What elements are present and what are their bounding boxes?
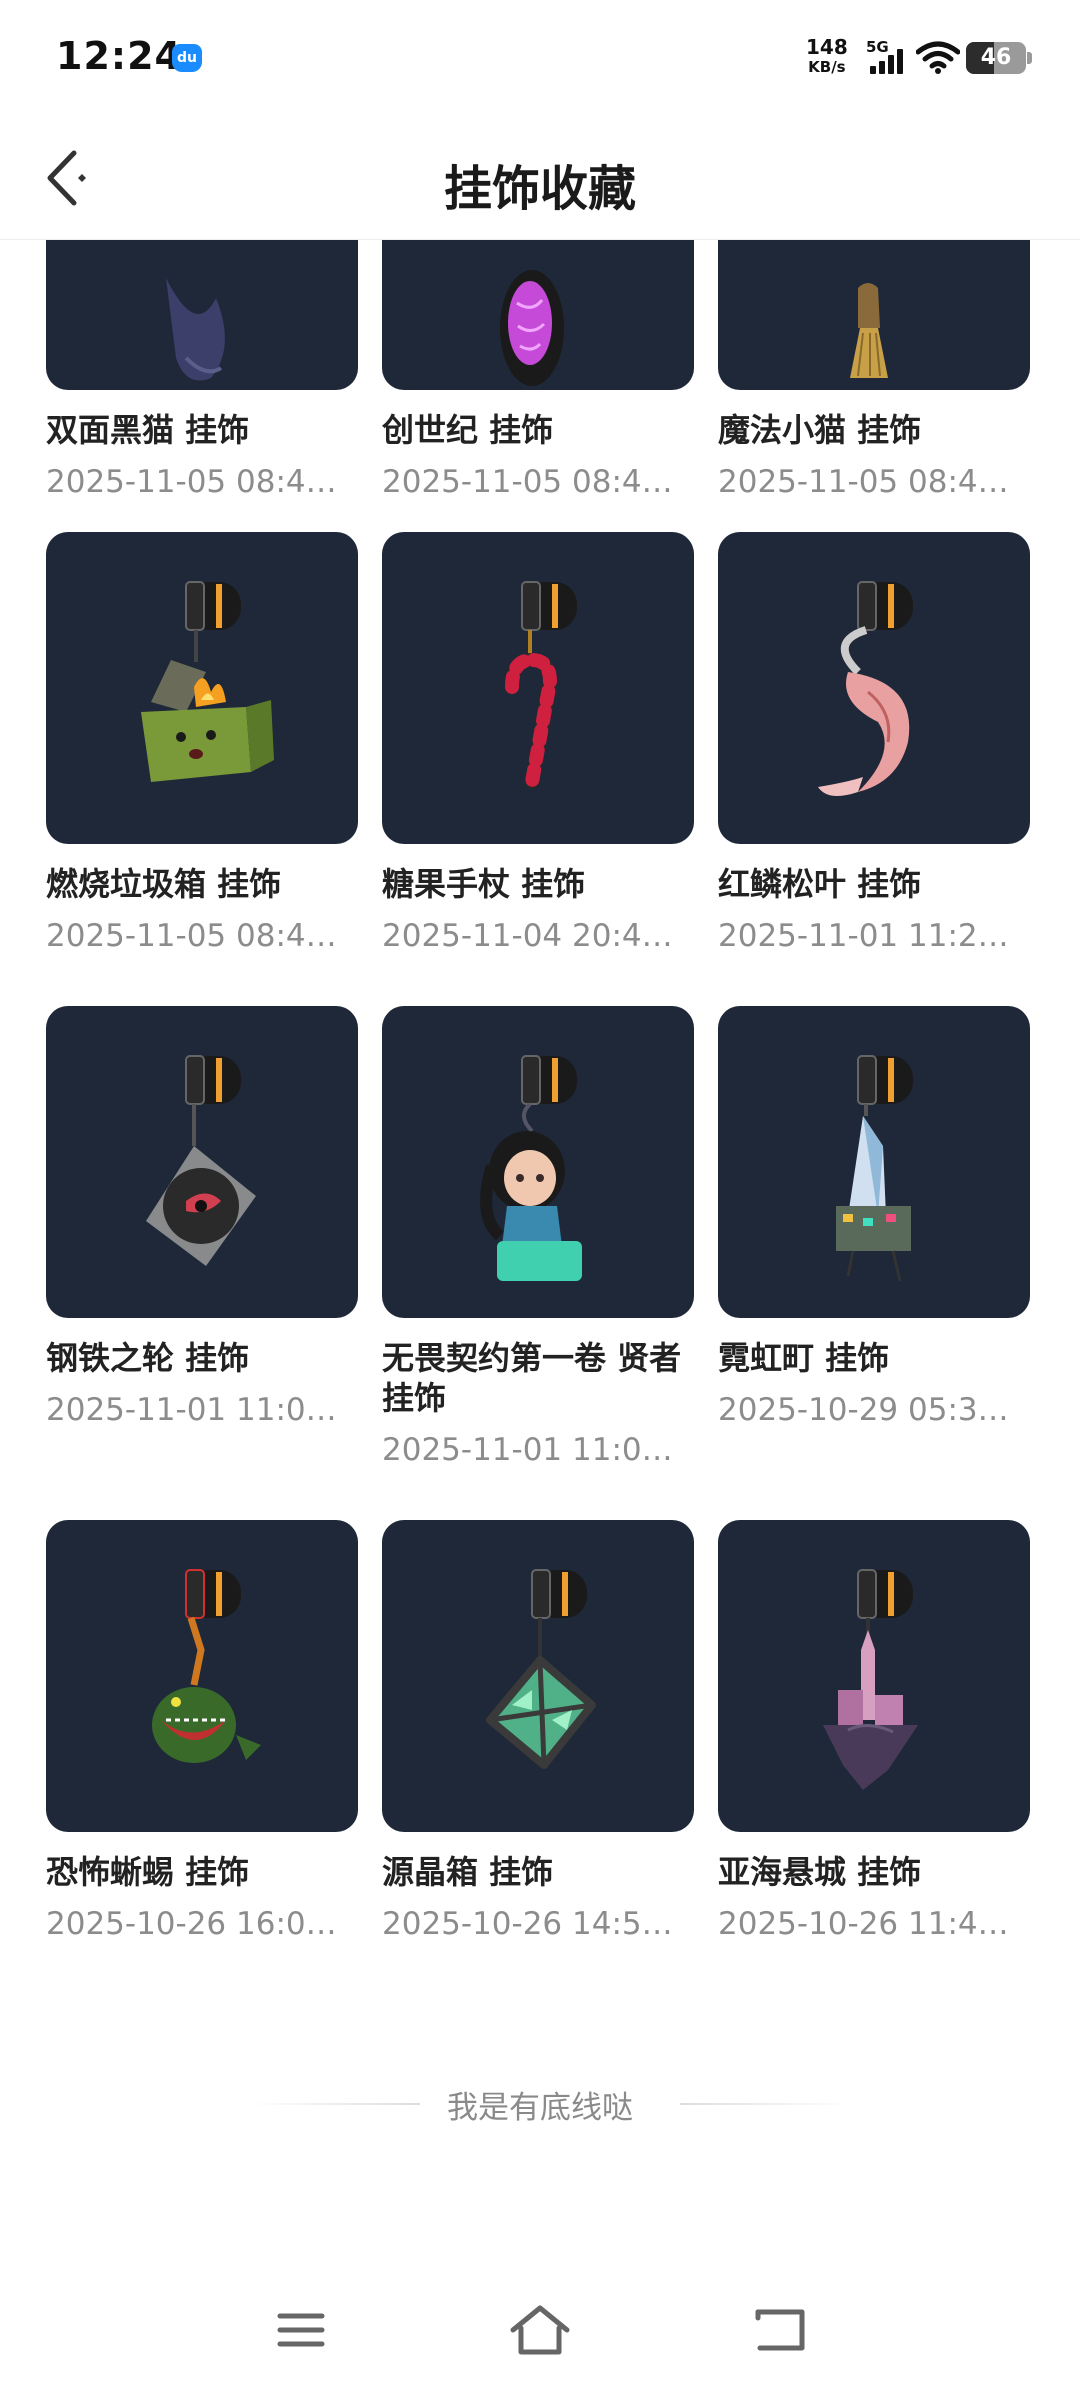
- charm-card[interactable]: 创世纪 挂饰 2025-11-05 08:4…: [382, 240, 694, 502]
- charm-name: 双面黑猫 挂饰: [46, 411, 250, 449]
- charm-name: 燃烧垃圾箱 挂饰: [46, 865, 282, 903]
- charm-date: 2025-11-01 11:2…: [718, 918, 1009, 954]
- charm-name: 糖果手杖 挂饰: [382, 865, 586, 903]
- charm-date: 2025-11-05 08:4…: [382, 464, 673, 500]
- crystal-box-charm-icon: [382, 1520, 694, 1832]
- charm-name: 创世纪 挂饰: [382, 411, 554, 449]
- cellular-signal-icon: 5G: [866, 38, 910, 78]
- charm-name: 无畏契约第一卷 贤者 挂饰: [382, 1339, 682, 1417]
- app-badge-icon: du: [172, 44, 202, 72]
- page-header: 挂饰收藏: [0, 115, 1080, 240]
- charm-name: 霓虹町 挂饰: [718, 1339, 890, 1377]
- battery-level: 46: [980, 45, 1012, 70]
- screen: 12:24 du 148 KB/s 5G 46 挂饰收藏 双面黑猫 挂饰 202…: [0, 0, 1080, 2400]
- charm-name: 魔法小猫 挂饰: [718, 411, 922, 449]
- charm-date: 2025-11-05 08:4…: [718, 464, 1009, 500]
- charm-collection-grid: 双面黑猫 挂饰 2025-11-05 08:4… 创世纪 挂饰 2025-11-…: [0, 240, 1080, 2270]
- charm-card[interactable]: 红鳞松叶 挂饰 2025-11-01 11:2…: [718, 532, 1030, 956]
- charm-date: 2025-11-05 08:4…: [46, 918, 337, 954]
- charm-name: 源晶箱 挂饰: [382, 1853, 554, 1891]
- sage-figure-charm-icon: [382, 1006, 694, 1318]
- end-of-list-divider: 我是有底线哒: [0, 2078, 1080, 2128]
- charm-card[interactable]: 魔法小猫 挂饰 2025-11-05 08:4…: [718, 240, 1030, 502]
- network-speed-value: 148: [806, 35, 848, 59]
- home-icon[interactable]: [505, 2300, 575, 2360]
- charm-card[interactable]: 燃烧垃圾箱 挂饰 2025-11-05 08:4…: [46, 532, 358, 956]
- charm-card[interactable]: 亚海悬城 挂饰 2025-10-26 11:4…: [718, 1520, 1030, 1944]
- charm-card[interactable]: 钢铁之轮 挂饰 2025-11-01 11:0…: [46, 1006, 358, 1430]
- charm-date: 2025-10-26 16:0…: [46, 1906, 337, 1942]
- network-type: 5G: [866, 38, 889, 56]
- charm-date: 2025-11-01 11:0…: [46, 1392, 337, 1428]
- wifi-icon: [916, 41, 960, 74]
- status-time: 12:24: [56, 34, 182, 78]
- charm-date: 2025-10-26 11:4…: [718, 1906, 1009, 1942]
- end-of-list-text: 我是有底线哒: [447, 2090, 633, 2126]
- charm-card[interactable]: 双面黑猫 挂饰 2025-11-05 08:4…: [46, 240, 358, 502]
- back-icon[interactable]: [746, 2300, 816, 2360]
- divider-right: [680, 2103, 850, 2105]
- charm-name: 钢铁之轮 挂饰: [46, 1339, 250, 1377]
- charm-date: 2025-10-29 05:3…: [718, 1392, 1009, 1428]
- charm-name: 恐怖蜥蜴 挂饰: [46, 1853, 250, 1891]
- charm-card[interactable]: 霓虹町 挂饰 2025-10-29 05:3…: [718, 1006, 1030, 1430]
- battery-tip: [1027, 52, 1032, 64]
- genesis-charm-icon: [382, 240, 694, 390]
- network-speed: 148 KB/s: [806, 36, 848, 76]
- turntable-charm-icon: [46, 1006, 358, 1318]
- black-cat-charm-icon: [46, 240, 358, 390]
- lizard-charm-icon: [46, 1520, 358, 1832]
- charm-date: 2025-11-01 11:0…: [382, 1432, 673, 1468]
- menu-icon[interactable]: [266, 2300, 336, 2360]
- magic-kitten-charm-icon: [718, 240, 1030, 390]
- charm-name: 红鳞松叶 挂饰: [718, 865, 922, 903]
- charm-date: 2025-10-26 14:5…: [382, 1906, 673, 1942]
- red-koi-charm-icon: [718, 532, 1030, 844]
- charm-card[interactable]: 恐怖蜥蜴 挂饰 2025-10-26 16:0…: [46, 1520, 358, 1944]
- burning-dumpster-charm-icon: [46, 532, 358, 844]
- charm-date: 2025-11-04 20:4…: [382, 918, 673, 954]
- charm-card[interactable]: 无畏契约第一卷 贤者 挂饰 2025-11-01 11:0…: [382, 1006, 694, 1470]
- charm-name: 亚海悬城 挂饰: [718, 1853, 922, 1891]
- candy-cane-charm-icon: [382, 532, 694, 844]
- page-title: 挂饰收藏: [443, 161, 636, 217]
- charm-card[interactable]: 糖果手杖 挂饰 2025-11-04 20:4…: [382, 532, 694, 956]
- charm-card[interactable]: 源晶箱 挂饰 2025-10-26 14:5…: [382, 1520, 694, 1944]
- charm-date: 2025-11-05 08:4…: [46, 464, 337, 500]
- floating-castle-charm-icon: [718, 1520, 1030, 1832]
- system-nav-bar: [0, 2270, 1080, 2400]
- battery-icon: 46: [966, 42, 1026, 74]
- network-speed-unit: KB/s: [808, 58, 846, 76]
- status-bar: 12:24 du 148 KB/s 5G 46: [0, 0, 1080, 115]
- neon-city-charm-icon: [718, 1006, 1030, 1318]
